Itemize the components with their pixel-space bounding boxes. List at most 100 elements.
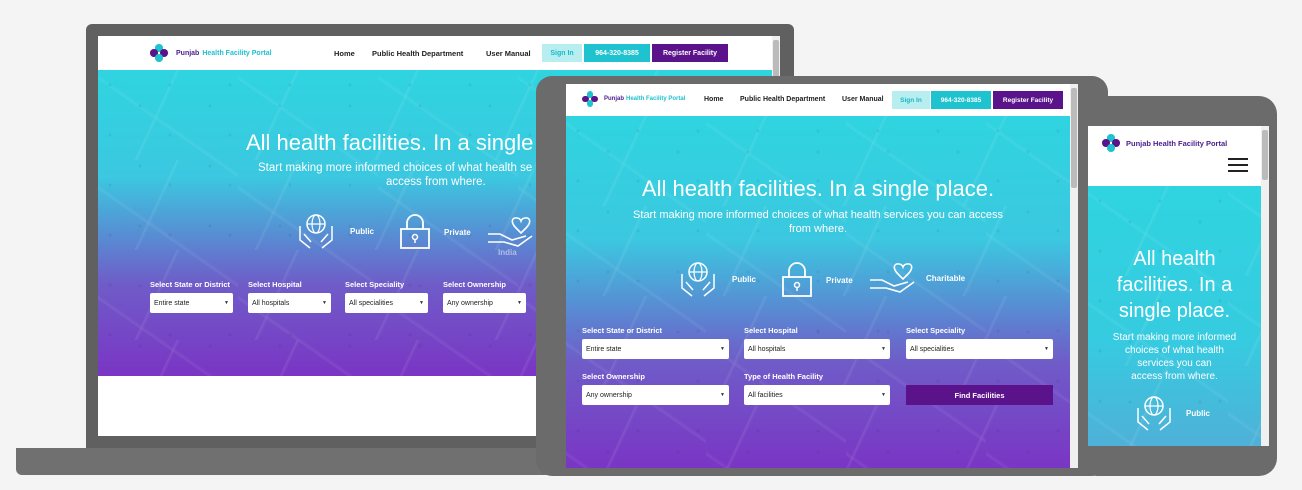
hero-title: All health facilities. In a single: [246, 130, 534, 155]
phone-button[interactable]: 964-320-8385: [931, 91, 991, 109]
scrollbar-thumb[interactable]: [1262, 130, 1268, 180]
brand-name-secondary: Health Facility Portal: [1153, 138, 1228, 148]
facility-type-select[interactable]: All facilities ▼: [744, 385, 890, 405]
public-hands-globe-icon: [681, 262, 715, 297]
brand-name-primary: Punjab: [604, 96, 625, 102]
sign-in-button[interactable]: Sign In: [542, 44, 582, 62]
nav-public-health-link[interactable]: Public Health Department: [372, 49, 463, 58]
chevron-down-icon: ▼: [419, 300, 424, 306]
hero-subtitle-line-3: services you can: [1137, 358, 1212, 369]
state-district-label: Select State or District: [150, 280, 231, 289]
category-charitable[interactable]: [486, 216, 534, 248]
facility-type-label: Type of Health Facility: [744, 372, 824, 381]
sign-in-button[interactable]: Sign In: [892, 91, 930, 109]
nav-user-manual-link[interactable]: User Manual: [486, 49, 531, 58]
category-private[interactable]: Private: [398, 214, 471, 250]
category-public[interactable]: Public: [1134, 394, 1210, 432]
chevron-down-icon: ▼: [881, 392, 886, 398]
register-facility-button[interactable]: Register Facility: [993, 91, 1063, 109]
hero-subtitle-line-2: choices of what health: [1125, 345, 1224, 356]
brand-name-secondary: Health Facility Portal: [626, 96, 686, 102]
chevron-down-icon: ▼: [1044, 346, 1049, 352]
public-hands-globe-icon: [1137, 396, 1171, 431]
category-private[interactable]: Private: [780, 262, 853, 298]
chevron-down-icon: ▼: [322, 300, 327, 306]
register-facility-button[interactable]: Register Facility: [652, 44, 728, 62]
hero-subtitle-line-2: access from where.: [386, 176, 486, 188]
hospital-value: All hospitals: [748, 345, 786, 353]
map-label-india: India: [498, 248, 517, 257]
speciality-select[interactable]: All specialities ▼: [345, 293, 428, 313]
category-public[interactable]: Public: [296, 212, 374, 250]
nav-home-link[interactable]: Home: [334, 49, 355, 58]
hero-title-line-3: single place.: [1118, 300, 1231, 322]
brand-logo-link[interactable]: Punjab Health Facility Portal: [582, 91, 685, 107]
category-public-label: Public: [1186, 408, 1211, 418]
chevron-down-icon: ▼: [720, 392, 725, 398]
private-lock-icon: [782, 262, 812, 297]
phone-scrollbar[interactable]: [1261, 126, 1269, 446]
hero-title-line-2: facilities. In a: [1116, 274, 1233, 296]
state-district-select[interactable]: Entire state ▼: [150, 293, 233, 313]
category-private-label: Private: [444, 227, 471, 237]
chevron-down-icon: ▼: [224, 300, 229, 306]
speciality-label: Select Speciality: [906, 326, 966, 335]
ownership-select[interactable]: Any ownership ▼: [582, 385, 729, 405]
scrollbar-thumb[interactable]: [773, 40, 779, 80]
ownership-select[interactable]: Any ownership ▼: [443, 293, 526, 313]
nav-user-manual-link[interactable]: User Manual: [842, 96, 884, 103]
ownership-value: Any ownership: [447, 299, 493, 307]
state-district-value: Entire state: [586, 345, 622, 353]
scrollbar-thumb[interactable]: [1071, 88, 1077, 188]
category-charitable[interactable]: Charitable: [868, 262, 965, 294]
hero-title-line-1: All health: [1133, 248, 1216, 270]
charitable-heart-hand-icon: [870, 263, 915, 293]
speciality-label: Select Speciality: [345, 280, 405, 289]
facility-type-value: All facilities: [748, 391, 783, 399]
speciality-value: All specialities: [349, 299, 393, 307]
hero-title: All health facilities. In a single place…: [641, 176, 995, 201]
phone-screen: Punjab Health Facility Portal All health…: [1088, 126, 1269, 446]
speciality-value: All specialities: [910, 345, 954, 353]
private-lock-icon: [400, 214, 430, 249]
category-private-label: Private: [826, 275, 853, 285]
category-public[interactable]: Public: [678, 260, 756, 298]
hospital-label: Select Hospital: [744, 326, 798, 335]
nav-home-link[interactable]: Home: [704, 96, 723, 103]
hero-subtitle-line-1: Start making more informed: [1112, 332, 1237, 343]
hamburger-menu-icon[interactable]: [1228, 158, 1248, 172]
tablet-screen: Punjab Health Facility Portal Home Publi…: [566, 84, 1078, 468]
public-hands-globe-icon: [299, 214, 333, 249]
hospital-select[interactable]: All hospitals ▼: [248, 293, 331, 313]
logo-icon: [582, 91, 598, 107]
logo-icon: [1102, 134, 1120, 152]
speciality-select[interactable]: All specialities ▼: [906, 339, 1053, 359]
nav-public-health-link[interactable]: Public Health Department: [740, 96, 825, 103]
hero-subtitle-line-1: Start making more informed choices of wh…: [258, 162, 533, 174]
phone-button[interactable]: 964-320-8385: [584, 44, 650, 62]
hospital-select[interactable]: All hospitals ▼: [744, 339, 890, 359]
chevron-down-icon: ▼: [881, 346, 886, 352]
ownership-label: Select Ownership: [582, 372, 645, 381]
laptop-navbar: Punjab Health Facility Portal Home Publi…: [98, 36, 780, 70]
state-district-value: Entire state: [154, 299, 190, 307]
brand-name-secondary: Health Facility Portal: [202, 49, 272, 57]
brand-logo-link[interactable]: Punjab Health Facility Portal: [1102, 134, 1227, 152]
hospital-value: All hospitals: [252, 299, 290, 307]
charitable-heart-hand-icon: [488, 217, 533, 247]
chevron-down-icon: ▼: [517, 300, 522, 306]
brand-logo-link[interactable]: Punjab Health Facility Portal: [150, 44, 272, 62]
hospital-label: Select Hospital: [248, 280, 302, 289]
tablet-scrollbar[interactable]: [1070, 84, 1078, 468]
category-charitable-label: Charitable: [926, 273, 966, 283]
state-district-select[interactable]: Entire state ▼: [582, 339, 729, 359]
category-public-label: Public: [732, 274, 757, 284]
category-public-label: Public: [350, 226, 375, 236]
laptop-base: [16, 448, 624, 475]
brand-name-primary: Punjab: [176, 49, 200, 57]
find-facilities-button[interactable]: Find Facilities: [906, 385, 1053, 405]
hero-subtitle: Start making more informed choices of wh…: [633, 209, 1003, 235]
logo-icon: [150, 44, 168, 62]
ownership-label: Select Ownership: [443, 280, 506, 289]
chevron-down-icon: ▼: [720, 346, 725, 352]
